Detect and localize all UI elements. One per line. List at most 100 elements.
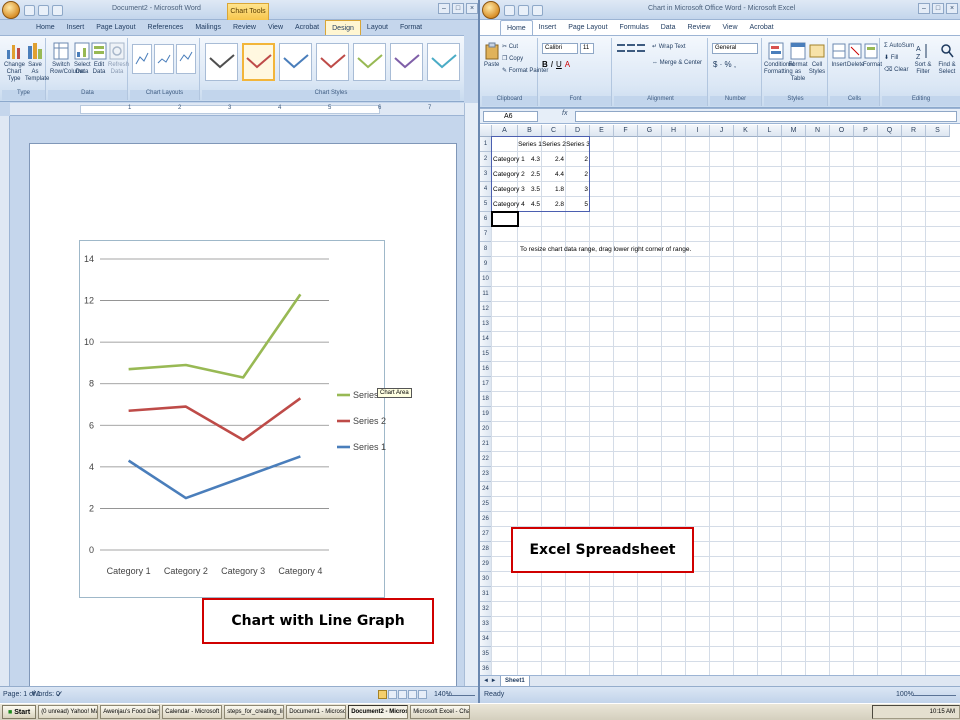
tab-view[interactable]: View [262,20,289,35]
format-cells-button[interactable]: Format [863,42,882,69]
tab-mailings[interactable]: Mailings [189,20,227,35]
column-header-g[interactable]: G [638,125,662,137]
start-button[interactable]: ■ Start [2,705,37,719]
chart-style-5[interactable] [353,43,386,81]
select-data-button[interactable]: Select Data [74,42,91,76]
taskbar-button[interactable]: Microsoft Excel - Chart ... [410,705,471,719]
chart-style-3[interactable] [279,43,312,81]
chart-data-range[interactable] [491,136,590,212]
column-header-n[interactable]: N [806,125,830,137]
name-box[interactable]: A6 [483,111,538,122]
format-as-table-button[interactable]: Format as Table [788,42,808,83]
excel-office-button[interactable] [482,1,500,19]
column-header-l[interactable]: L [758,125,782,137]
change-chart-type-button[interactable]: Change Chart Type [4,42,25,83]
chart-layout-2[interactable] [154,44,174,74]
tab-acrobat[interactable]: Acrobat [289,20,325,35]
column-header-i[interactable]: I [686,125,710,137]
chart-style-6[interactable] [390,43,423,81]
redo-icon[interactable] [52,4,63,16]
minimize-icon[interactable]: – [918,3,930,14]
excel-tab-acrobat[interactable]: Acrobat [744,20,780,35]
close-icon[interactable]: × [466,3,478,14]
tab-home[interactable]: Home [30,20,61,35]
wrap-text-button[interactable]: ↵ Wrap Text [652,44,686,51]
minimize-icon[interactable]: – [438,3,450,14]
align-bottom-icon[interactable] [637,44,645,52]
font-size-select[interactable]: 11 [580,43,594,54]
line-chart[interactable]: 0 2 4 6 8 10 12 14 Category 1 Category 2 Category … [80,241,386,599]
word-vertical-scrollbar[interactable] [464,103,478,686]
column-header-j[interactable]: J [710,125,734,137]
cut-button[interactable]: ✂ Cut [502,44,518,51]
bold-icon[interactable]: B [542,60,548,69]
function-icon[interactable]: fx [562,110,567,117]
currency-icon[interactable]: $ · % , [713,60,736,69]
column-header-o[interactable]: O [830,125,854,137]
active-cell[interactable] [491,211,519,227]
save-icon[interactable] [24,4,35,16]
close-icon[interactable]: × [946,3,958,14]
underline-icon[interactable]: U [556,60,562,69]
number-format-select[interactable]: General [712,43,758,54]
sort-filter-button[interactable]: AZ Sort & Filter [912,42,934,76]
chart-area[interactable]: 0 2 4 6 8 10 12 14 Category 1 Category 2 Category … [79,240,412,599]
chart-style-1[interactable] [205,43,238,81]
clear-button[interactable]: ⌫ Clear [884,67,909,74]
column-header-k[interactable]: K [734,125,758,137]
legend-entry[interactable]: Series 2 [353,416,386,426]
tab-review[interactable]: Review [227,20,262,35]
insert-cells-button[interactable]: Insert [831,42,847,69]
taskbar-button[interactable]: Document1 - Microsoft ... [286,705,347,719]
draft-view-icon[interactable] [418,690,427,699]
outline-view-icon[interactable] [408,690,417,699]
align-middle-icon[interactable] [627,44,635,52]
copy-button[interactable]: ❐ Copy [502,56,523,63]
web-layout-view-icon[interactable] [398,690,407,699]
series-line-1[interactable] [127,455,301,500]
chart-style-4[interactable] [316,43,349,81]
column-header-q[interactable]: Q [878,125,902,137]
font-color-icon[interactable]: A [565,60,570,69]
redo-icon[interactable] [532,4,543,16]
chart-layout-3[interactable] [176,44,196,74]
full-screen-view-icon[interactable] [388,690,397,699]
undo-icon[interactable] [518,4,529,16]
merge-center-button[interactable]: ⇔ Merge & Center [652,60,702,67]
tab-design[interactable]: Design [325,20,361,35]
undo-icon[interactable] [38,4,49,16]
font-name-select[interactable]: Calibri [542,43,578,54]
tab-references[interactable]: References [142,20,190,35]
cell-styles-button[interactable]: Cell Styles [808,42,826,76]
tab-page-layout[interactable]: Page Layout [90,20,141,35]
maximize-icon[interactable]: □ [932,3,944,14]
column-header-p[interactable]: P [854,125,878,137]
excel-tab-formulas[interactable]: Formulas [614,20,655,35]
align-top-icon[interactable] [617,44,625,52]
edit-data-button[interactable]: Edit Data [91,42,107,76]
excel-tab-home[interactable]: Home [500,20,533,35]
autosum-button[interactable]: Σ AutoSum [884,43,914,50]
tab-format[interactable]: Format [394,20,428,35]
taskbar-button[interactable]: Calendar - Microsoft O... [162,705,223,719]
taskbar-button[interactable]: Document2 - Micros... [348,705,409,719]
taskbar-button[interactable]: (0 unread) Yahoo! Mail... [38,705,99,719]
excel-tab-view[interactable]: View [716,20,743,35]
conditional-formatting-button[interactable]: Conditional Formatting [764,42,794,76]
excel-tab-data[interactable]: Data [655,20,682,35]
vertical-ruler[interactable] [0,116,10,686]
proofing-icon[interactable]: ✓ [56,689,64,700]
legend-entry[interactable]: Series 1 [353,442,386,452]
spreadsheet-grid[interactable]: A B C D E F G H I J K L M N O P Q R S 1 2 3 4 5 6 7 8 9 10 11 12 13 14 15… [480,125,960,685]
sheet-nav-icon[interactable]: ◄ ► [483,678,497,684]
maximize-icon[interactable]: □ [452,3,464,14]
column-header-r[interactable]: R [902,125,926,137]
fill-button[interactable]: ⬇ Fill [884,55,898,62]
print-layout-view-icon[interactable] [378,690,387,699]
formula-input[interactable] [575,111,957,122]
save-icon[interactable] [504,4,515,16]
series-line-2[interactable] [128,397,302,442]
clock[interactable]: 10:15 AM [930,709,955,715]
word-zoom-slider[interactable] [447,695,475,696]
column-header-e[interactable]: E [590,125,614,137]
